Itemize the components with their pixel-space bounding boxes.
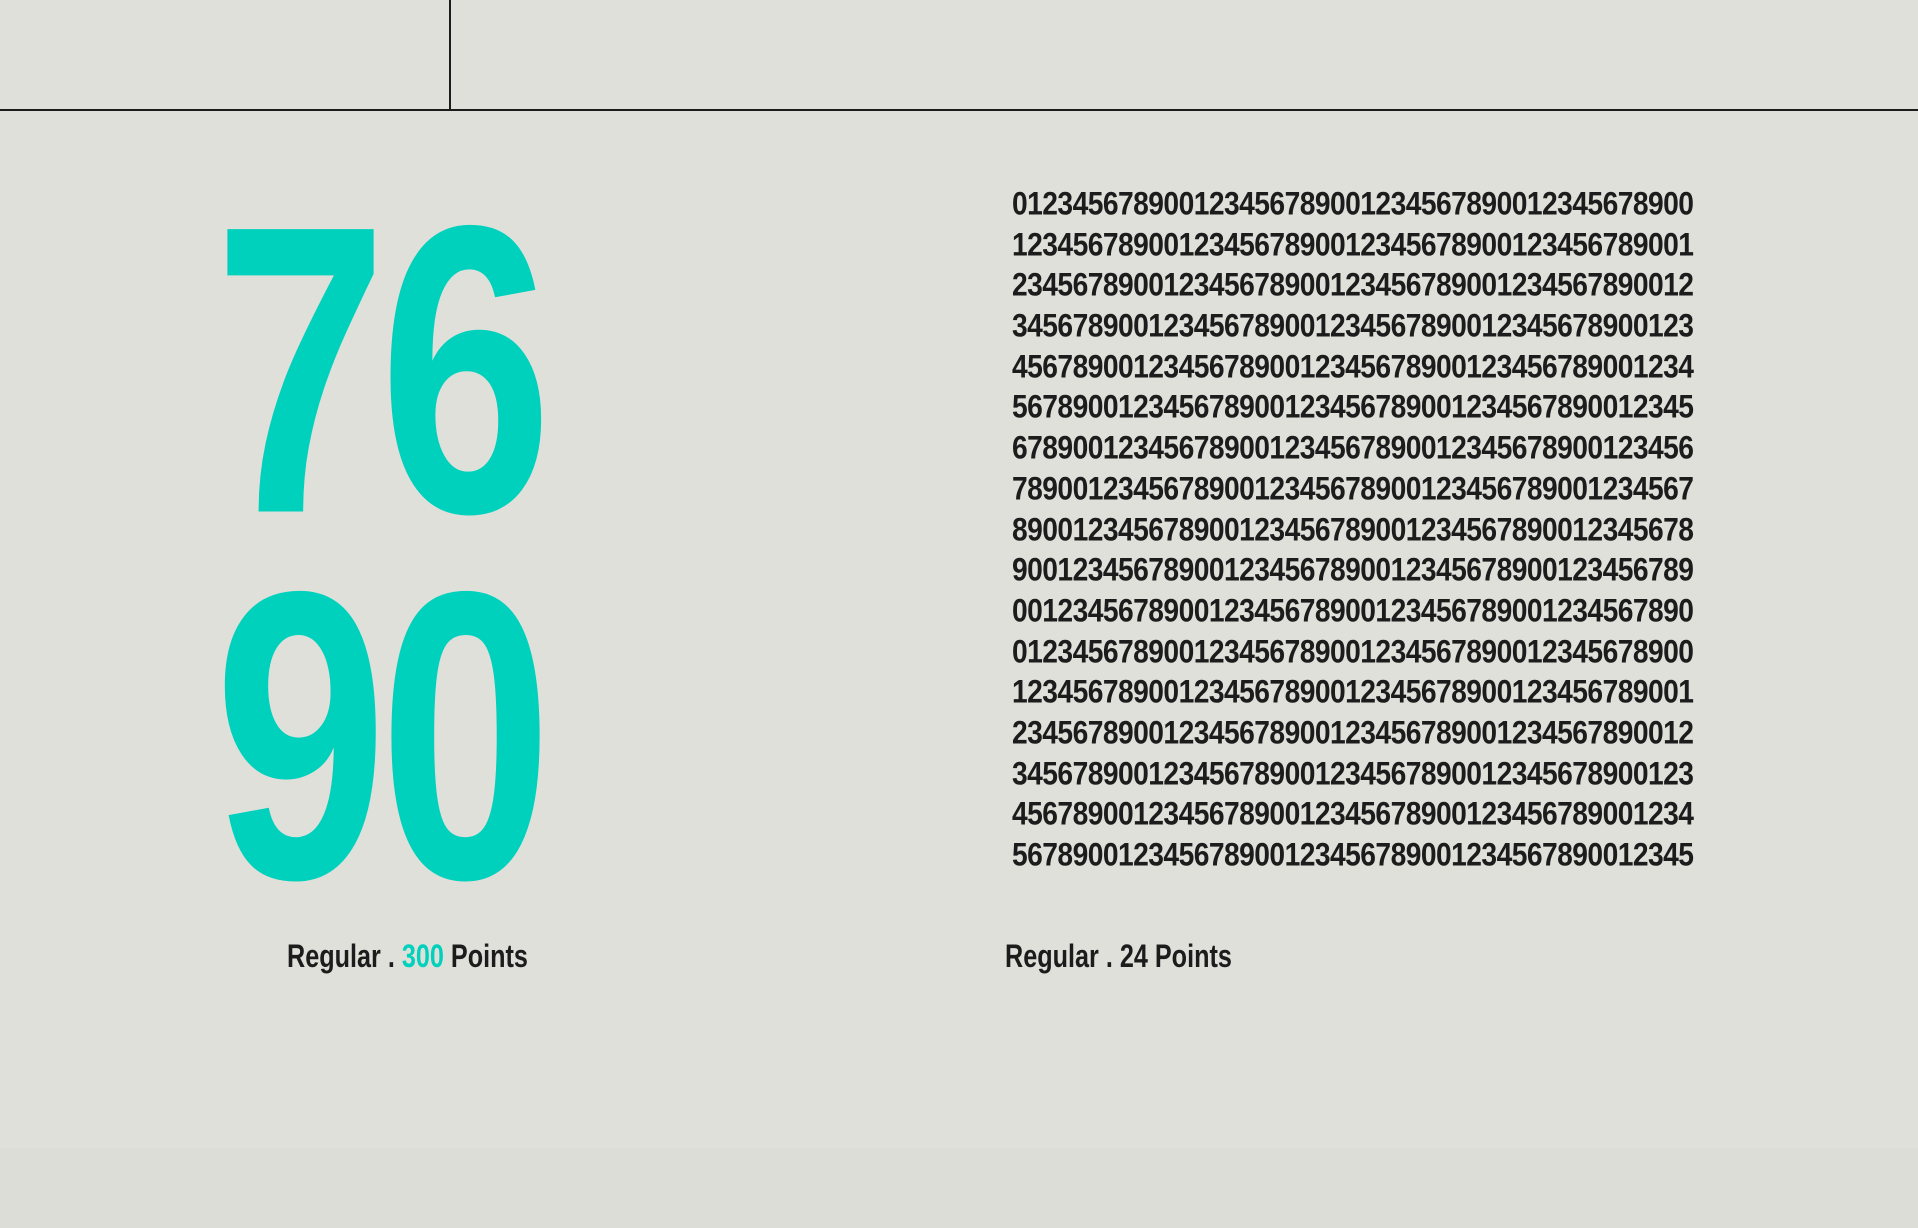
digit-line: 5678900123456789001234567890012345678900… bbox=[1012, 836, 1694, 873]
display-numerals-row-2: 90 bbox=[214, 505, 552, 965]
digit-specimen-block: 0123456789001234567890012345678900123456… bbox=[1012, 184, 1772, 876]
digit-line: 1234567890012345678900123456789001234567… bbox=[1012, 225, 1694, 263]
digit-line: 1234567890012345678900123456789001234567… bbox=[1012, 673, 1694, 711]
digit-line: 3456789001234567890012345678900123456789… bbox=[1012, 307, 1694, 344]
vertical-rule bbox=[449, 0, 451, 110]
digit-line: 4567890012345678900123456789001234567890… bbox=[1012, 347, 1694, 385]
label-size: 24 bbox=[1119, 938, 1148, 974]
digit-line: 2345678900123456789001234567890012345678… bbox=[1012, 266, 1694, 304]
horizontal-rule bbox=[0, 109, 1918, 111]
display-numerals-row-1: 76 bbox=[214, 139, 552, 599]
digit-line: 0123456789001234567890012345678900123456… bbox=[1012, 185, 1694, 222]
digit-line: 6789001234567890012345678900123456789001… bbox=[1012, 429, 1694, 466]
digit-line: 2345678900123456789001234567890012345678… bbox=[1012, 714, 1694, 751]
label-24-points: Regular . 24 Points bbox=[1005, 938, 1232, 975]
label-300-points: Regular . 300 Points bbox=[287, 938, 528, 975]
digit-line: 4567890012345678900123456789001234567890… bbox=[1012, 795, 1694, 833]
digit-line: 3456789001234567890012345678900123456789… bbox=[1012, 754, 1694, 792]
bottom-band bbox=[0, 1148, 1918, 1228]
digit-line: 9001234567890012345678900123456789001234… bbox=[1012, 551, 1694, 589]
label-style: Regular . bbox=[1005, 938, 1113, 974]
digit-line: 0123456789001234567890012345678900123456… bbox=[1012, 632, 1694, 670]
digit-line: 7890012345678900123456789001234567890012… bbox=[1012, 469, 1694, 507]
digit-line: 8900123456789001234567890012345678900123… bbox=[1012, 510, 1694, 548]
label-style: Regular . bbox=[287, 938, 395, 974]
digit-line: 5678900123456789001234567890012345678900… bbox=[1012, 388, 1694, 426]
digit-line: 0012345678900123456789001234567890012345… bbox=[1012, 591, 1694, 629]
label-unit: Points bbox=[1154, 938, 1232, 974]
label-unit: Points bbox=[450, 938, 528, 974]
label-size: 300 bbox=[401, 938, 444, 974]
